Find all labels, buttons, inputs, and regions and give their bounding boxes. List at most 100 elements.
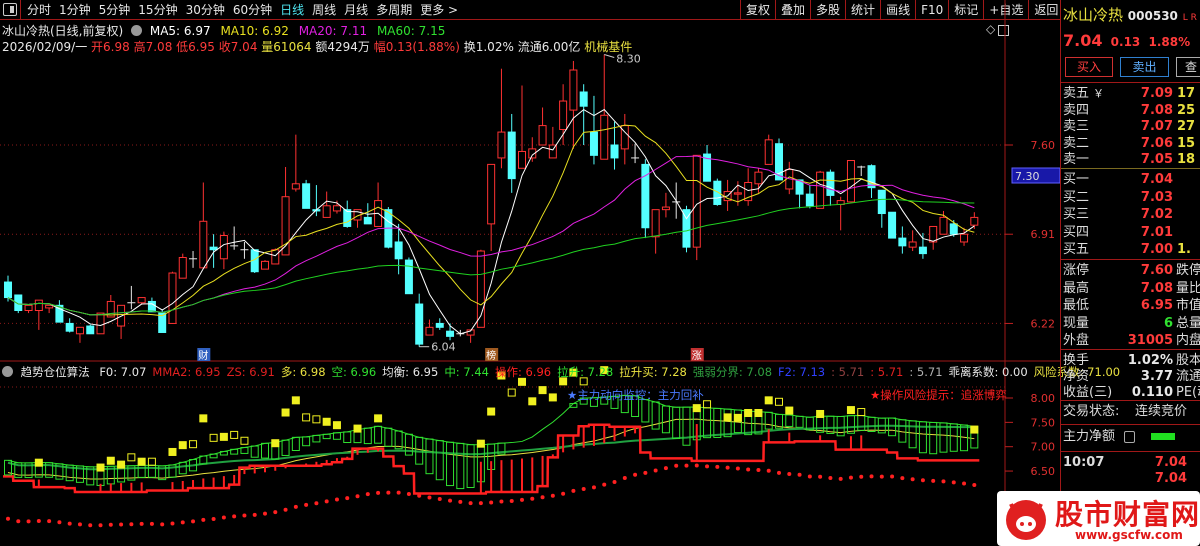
candle-body [518, 150, 526, 169]
sar-dot [468, 501, 473, 506]
sar-dot [602, 482, 607, 487]
indicator-bar [888, 417, 897, 437]
ask-row: 卖二 7.06 15 [1063, 135, 1200, 152]
indicator-settings-icon[interactable] [2, 366, 13, 377]
stat-extra-label: 跌停 [1176, 263, 1200, 278]
signal-square [764, 396, 773, 405]
candle [343, 200, 352, 228]
sar-dot [36, 518, 41, 523]
y-tick-label: 6.22 [1031, 317, 1056, 330]
candle [250, 249, 259, 274]
candle [34, 299, 43, 330]
candle-body [929, 225, 938, 243]
candle [703, 145, 712, 182]
sar-dot [273, 510, 278, 515]
legend-item: 操作: 6.96 [494, 365, 552, 379]
candle-body [579, 91, 588, 107]
signal-square [189, 440, 198, 449]
candle [127, 285, 136, 310]
fundamental-extra-label: PE(动) [1176, 385, 1200, 400]
candle [538, 107, 547, 146]
sar-dot [242, 513, 247, 518]
candle-body [322, 205, 331, 218]
legend-item: 乖离系数: 0.00 [948, 365, 1028, 379]
candle-body [826, 171, 835, 196]
signal-square [487, 407, 496, 416]
candle [96, 312, 105, 335]
fundamental-label: 净资 [1063, 369, 1090, 384]
candle-body [651, 209, 660, 238]
indicator-bar [898, 419, 907, 443]
candle [507, 113, 516, 193]
event-marker-label: 榜 [486, 349, 496, 362]
query-button[interactable]: 查 [1176, 57, 1200, 77]
ask-volume: 17 [1177, 86, 1196, 101]
sar-dot [818, 474, 823, 479]
bid-price: 7.04 [1140, 172, 1173, 187]
indicator-bar [250, 445, 259, 458]
stat-value: 6.95 [1140, 298, 1173, 313]
candle-body [65, 322, 74, 332]
bid-row: 买三 7.02 [1063, 206, 1200, 223]
indicator-bar [764, 411, 773, 430]
sar-dot [57, 520, 62, 525]
candle [877, 189, 886, 228]
signal-square [548, 393, 557, 402]
legend-item: F0: 7.07 [99, 365, 147, 379]
stat-extra-label: 市值 [1176, 298, 1200, 313]
high-label: 8.30 [616, 52, 641, 65]
ask-price: 7.05 [1140, 152, 1173, 167]
candle-body [600, 114, 609, 160]
candle [805, 185, 814, 209]
stock-code: 000530 [1127, 9, 1178, 23]
kline-chart[interactable]: 7.60 6.91 6.22 7.30 8.00 7.50 7.00 6.50 8.30 6.0… [0, 0, 1060, 546]
tick-row: 7.04 [1063, 470, 1200, 487]
sar-dot [26, 519, 31, 524]
candle [559, 84, 568, 145]
sar-dot [365, 492, 370, 497]
list-icon[interactable] [1124, 431, 1135, 443]
legend-item: 多: 6.98 [280, 365, 326, 379]
candle-body [394, 241, 403, 260]
candle-body [816, 171, 825, 209]
stat-value: 7.08 [1140, 280, 1173, 296]
sar-dot [694, 463, 699, 468]
indicator-bar [446, 441, 455, 487]
candle [240, 241, 249, 259]
lr-badge[interactable]: L R [1183, 13, 1197, 23]
candle [661, 192, 670, 218]
bid-price: 7.00 [1140, 242, 1173, 257]
indicator-bar [857, 414, 866, 431]
currency-icon[interactable]: ￥ [1093, 85, 1104, 102]
signal-square [775, 397, 783, 406]
bid-row: 买二 7.03 [1063, 189, 1200, 206]
candle-body [86, 325, 95, 335]
sell-button[interactable]: 卖出 [1120, 57, 1169, 77]
sar-dot [756, 468, 761, 473]
legend-item: 空: 6.96 [331, 365, 377, 379]
candle-body [877, 189, 886, 215]
candle [415, 293, 424, 347]
y-tick-label: 6.50 [1031, 465, 1056, 478]
candle-body [343, 209, 352, 227]
candle [651, 209, 660, 254]
bid-label: 买二 [1063, 189, 1090, 205]
price-change: 0.13 [1110, 35, 1141, 49]
sar-dot [735, 466, 740, 471]
signal-square [127, 453, 136, 462]
sar-dot [787, 472, 792, 477]
indicator-bar [425, 438, 434, 475]
sar-dot [520, 497, 524, 502]
sar-dot [807, 474, 812, 479]
candle-body [45, 304, 54, 309]
candle [764, 134, 773, 165]
ask-price: 7.06 [1140, 135, 1173, 151]
sar-dot [232, 514, 237, 519]
buy-button[interactable]: 买入 [1065, 57, 1113, 77]
signal-square [312, 415, 321, 424]
candle [620, 113, 629, 165]
sar-dot [263, 511, 267, 516]
indicator-bar [178, 461, 187, 475]
sar-dot [581, 487, 586, 492]
sar-dot [571, 488, 576, 493]
